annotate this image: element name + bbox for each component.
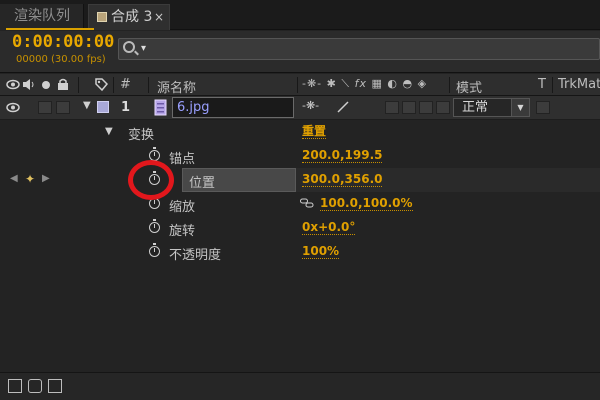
panel-tab-bar: 渲染队列 合成 3 × xyxy=(0,0,600,30)
stopwatch-icon[interactable] xyxy=(149,243,160,257)
property-row-scale[interactable]: 缩放 100.0,100.0% xyxy=(0,192,600,216)
quality-switch-icon[interactable] xyxy=(336,100,350,114)
eye-icon[interactable] xyxy=(6,102,20,113)
3d-layer-icon[interactable]: ◈ xyxy=(418,77,427,90)
frame-blend-switch[interactable] xyxy=(402,101,416,114)
previous-keyframe-icon[interactable]: ◀ xyxy=(10,173,18,184)
stopwatch-icon[interactable] xyxy=(149,219,160,233)
image-file-icon xyxy=(154,99,167,116)
layer-switches-icons: -❋- ✱ ⟍ fx ▦ ◐ ◓ ◈ xyxy=(302,77,427,91)
tab-label: 合成 3 xyxy=(111,9,153,25)
timeline-top-row: 0:00:00:00 00000 (30.00 fps) ▾ xyxy=(0,31,600,73)
chevron-down-icon[interactable]: ▾ xyxy=(141,43,146,54)
chevron-down-icon[interactable]: ▼ xyxy=(83,100,91,111)
lock-toggle[interactable] xyxy=(56,101,70,114)
close-icon[interactable]: × xyxy=(154,5,164,29)
frame-blend-icon[interactable]: ▦ xyxy=(371,77,382,90)
property-value[interactable]: 100% xyxy=(302,244,340,259)
property-label: 位置 xyxy=(189,176,216,191)
audio-icon[interactable] xyxy=(22,78,36,91)
tab-composition[interactable]: 合成 3 × xyxy=(88,4,170,30)
transform-group-row[interactable]: ▼ 变换 重置 xyxy=(0,120,600,144)
search-input[interactable]: ▾ xyxy=(118,38,600,60)
effect-switch[interactable] xyxy=(385,101,399,114)
toggle-layer-switches-icon[interactable] xyxy=(8,379,22,393)
number-column-header: # xyxy=(120,77,131,92)
property-value[interactable]: 200.0,199.5 xyxy=(302,148,383,163)
current-time-display[interactable]: 0:00:00:00 xyxy=(12,32,114,52)
property-row-position[interactable]: ◀ ✦ ▶ 位置 300.0,356.0 xyxy=(0,168,600,192)
label-tag-icon[interactable] xyxy=(94,77,108,92)
property-row-rotation[interactable]: 旋转 0x+0.0° xyxy=(0,216,600,240)
search-icon xyxy=(123,41,135,53)
property-value[interactable]: 0x+0.0° xyxy=(302,220,356,235)
layer-column-header: # 源名称 -❋- ✱ ⟍ fx ▦ ◐ ◓ ◈ 模式 T TrkMat xyxy=(0,74,600,96)
layer-name-field[interactable]: 6.jpg xyxy=(172,97,294,118)
collapse-icon[interactable]: ✱ xyxy=(327,77,337,90)
blend-mode-select[interactable]: 正常 ▼ xyxy=(453,98,530,117)
frame-rate-display: 00000 (30.00 fps) xyxy=(16,54,106,65)
blend-mode-value: 正常 xyxy=(462,100,489,115)
tab-render-queue[interactable]: 渲染队列 xyxy=(0,4,84,30)
active-tab-indicator xyxy=(6,28,94,30)
lock-icon[interactable] xyxy=(57,78,69,91)
property-label: 缩放 xyxy=(169,200,196,215)
preserve-transparency-toggle[interactable] xyxy=(536,101,550,114)
annotation-circle xyxy=(128,160,174,200)
property-label: 锚点 xyxy=(169,152,196,167)
property-value[interactable]: 300.0,356.0 xyxy=(302,172,383,187)
link-icon[interactable] xyxy=(300,198,314,208)
add-keyframe-icon[interactable]: ✦ xyxy=(25,172,35,186)
shy-icon[interactable]: -❋- xyxy=(302,77,322,90)
layer-number: 1 xyxy=(121,100,131,115)
quality-icon[interactable]: ⟍ xyxy=(341,77,350,90)
tab-label: 渲染队列 xyxy=(14,8,70,24)
fx-icon[interactable]: fx xyxy=(355,77,367,90)
reset-link[interactable]: 重置 xyxy=(302,124,327,139)
source-name-header[interactable]: 源名称 xyxy=(157,77,196,96)
motion-blur-switch[interactable] xyxy=(419,101,433,114)
chevron-down-icon[interactable]: ▼ xyxy=(105,126,113,137)
adjustment-icon[interactable]: ◓ xyxy=(402,77,413,90)
solo-toggle[interactable] xyxy=(38,101,52,114)
property-row-opacity[interactable]: 不透明度 100% xyxy=(0,240,600,264)
chevron-down-icon[interactable]: ▼ xyxy=(511,99,529,116)
composition-swatch-icon xyxy=(97,12,107,22)
property-value[interactable]: 100.0,100.0% xyxy=(320,196,413,211)
3d-switch[interactable] xyxy=(436,101,450,114)
transform-label: 变换 xyxy=(128,128,155,143)
eye-icon[interactable] xyxy=(6,79,20,90)
property-label: 旋转 xyxy=(169,224,196,239)
motion-blur-icon[interactable]: ◐ xyxy=(387,77,398,90)
toggle-in-out-icon[interactable] xyxy=(48,379,62,393)
solo-icon[interactable] xyxy=(41,80,51,90)
toggle-transfer-controls-icon[interactable] xyxy=(28,379,42,393)
next-keyframe-icon[interactable]: ▶ xyxy=(42,173,50,184)
layer-label-color[interactable] xyxy=(97,101,109,113)
trkmat-column-header: TrkMat xyxy=(558,77,600,92)
property-label: 不透明度 xyxy=(169,248,222,263)
shy-switch-icon[interactable]: -❋- xyxy=(302,99,319,112)
t-column-header: T xyxy=(538,77,546,92)
layer-row[interactable]: ▼ 1 6.jpg -❋- 正常 ▼ xyxy=(0,96,600,120)
timeline-footer xyxy=(0,372,600,400)
property-row-anchor-point[interactable]: 锚点 200.0,199.5 xyxy=(0,144,600,168)
mode-column-header: 模式 xyxy=(456,81,483,96)
